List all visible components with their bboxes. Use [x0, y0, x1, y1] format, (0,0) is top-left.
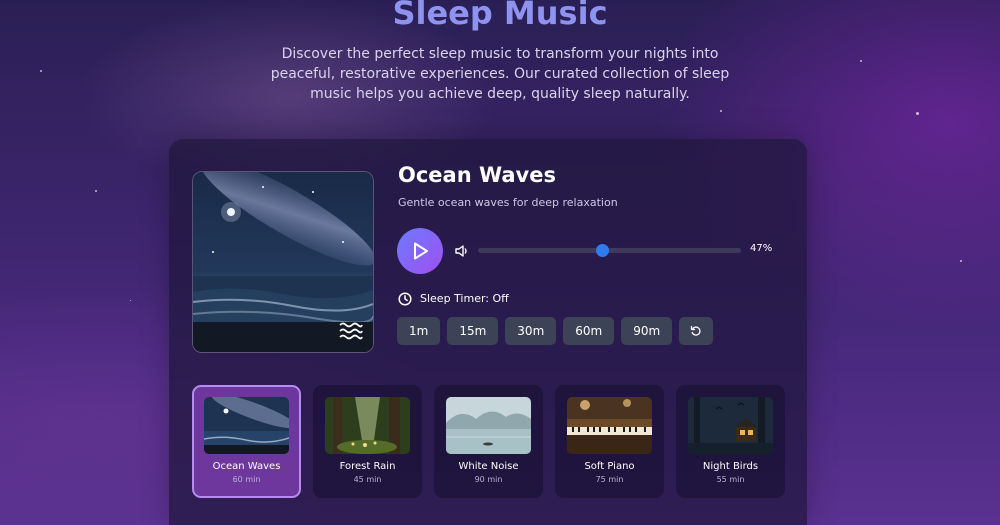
track-item-night-birds[interactable]: Night Birds 55 min	[676, 385, 785, 498]
play-icon	[414, 242, 428, 260]
current-track-title: Ocean Waves	[398, 163, 556, 187]
timer-button-15m[interactable]: 15m	[447, 317, 499, 345]
track-item-white-noise[interactable]: White Noise 90 min	[434, 385, 543, 498]
page-subtitle: Discover the perfect sleep music to tran…	[270, 46, 730, 102]
track-duration: 60 min	[232, 475, 261, 484]
volume-slider[interactable]	[478, 244, 741, 257]
volume-fill	[478, 248, 602, 253]
track-thumbnail	[325, 397, 410, 454]
track-name: Soft Piano	[584, 461, 635, 472]
track-duration: 90 min	[474, 475, 503, 484]
sleep-timer-options: 1m 15m 30m 60m 90m	[397, 317, 714, 345]
album-artwork	[192, 171, 374, 353]
timer-button-1m[interactable]: 1m	[397, 317, 441, 345]
timer-button-60m[interactable]: 60m	[563, 317, 615, 345]
track-duration: 55 min	[716, 475, 745, 484]
volume-slider-thumb[interactable]	[595, 244, 609, 257]
timer-button-30m[interactable]: 30m	[505, 317, 557, 345]
track-item-forest-rain[interactable]: Forest Rain 45 min	[313, 385, 422, 498]
track-thumbnail	[688, 397, 773, 454]
player-card: Ocean Waves Gentle ocean waves for deep …	[169, 139, 807, 525]
timer-button-90m[interactable]: 90m	[621, 317, 673, 345]
clock-icon	[398, 292, 412, 306]
play-button[interactable]	[397, 228, 443, 274]
volume-value: 47%	[750, 243, 773, 254]
track-name: Ocean Waves	[212, 461, 281, 472]
sleep-timer-label: Sleep Timer: Off	[420, 292, 509, 305]
track-name: Night Birds	[702, 461, 759, 472]
timer-reset-button[interactable]	[679, 317, 714, 345]
track-item-soft-piano[interactable]: Soft Piano 75 min	[555, 385, 664, 498]
current-track-description: Gentle ocean waves for deep relaxation	[398, 196, 618, 209]
track-thumbnail	[204, 397, 289, 454]
track-duration: 45 min	[353, 475, 382, 484]
track-duration: 75 min	[595, 475, 624, 484]
track-thumbnail	[567, 397, 652, 454]
track-thumbnail	[446, 397, 531, 454]
waves-icon	[339, 322, 363, 340]
track-list: Ocean Waves 60 min Forest Rain 45 min Wh…	[192, 385, 785, 498]
volume-icon[interactable]	[454, 243, 470, 259]
page-title: Sleep Music	[392, 0, 608, 32]
track-name: White Noise	[458, 461, 519, 472]
track-name: Forest Rain	[339, 461, 396, 472]
reset-icon	[691, 325, 701, 336]
track-item-ocean-waves[interactable]: Ocean Waves 60 min	[192, 385, 301, 498]
